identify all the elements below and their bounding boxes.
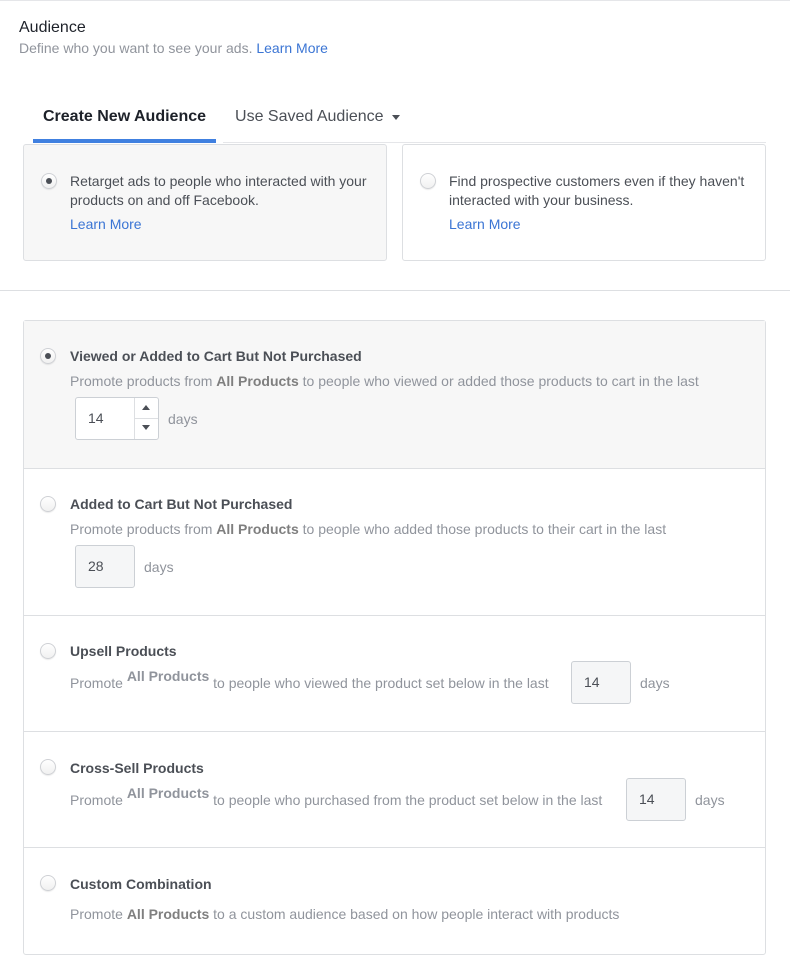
decrement-button[interactable] [135,419,158,440]
arrow-up-icon [142,405,150,410]
top-divider [0,0,790,1]
product-set-link[interactable]: All Products [127,785,209,801]
days-input[interactable]: 14 [626,778,686,821]
retarget-card[interactable]: Retarget ads to people who interacted wi… [23,144,387,261]
desc-suffix: to people who viewed or added those prod… [302,373,699,389]
option-title: Cross-Sell Products [70,760,204,776]
option-upsell-products[interactable]: Upsell Products Promote All Products to … [24,615,765,731]
learn-more-link[interactable]: Learn More [256,40,328,56]
option-viewed-or-added-to-cart[interactable]: Viewed or Added to Cart But Not Purchase… [24,321,765,468]
days-label: days [144,559,174,575]
days-input[interactable]: 14 [571,661,631,704]
option-description: Promote All Products to a custom audienc… [70,905,619,923]
prospect-description: Find prospective customers even if they … [449,173,745,208]
option-custom-combination[interactable]: Custom Combination Promote All Products … [24,847,765,954]
product-set-link[interactable]: All Products [127,668,209,684]
days-value: 14 [584,674,600,690]
retarget-description: Retarget ads to people who interacted wi… [70,173,367,208]
retarget-radio[interactable] [41,173,57,189]
option-added-to-cart[interactable]: Added to Cart But Not Purchased Promote … [24,468,765,615]
audience-header: Audience Define who you want to see your… [19,18,328,57]
desc-prefix: Promote [70,675,123,691]
retarget-learn-more-link[interactable]: Learn More [70,215,370,234]
desc-suffix: to people who added those products to th… [302,521,667,537]
subtitle-text: Define who you want to see your ads. [19,40,253,56]
option-title: Viewed or Added to Cart But Not Purchase… [70,348,362,364]
option-radio[interactable] [40,496,56,512]
days-input[interactable]: 28 [75,545,135,588]
desc-prefix: Promote products from [70,521,213,537]
desc-suffix: to people who purchased from the product… [213,792,603,808]
days-label: days [640,675,670,691]
days-label: days [695,792,725,808]
desc-prefix: Promote [70,906,123,922]
caret-down-icon [391,115,400,120]
desc-prefix: Promote [70,792,123,808]
tab-use-saved-audience[interactable]: Use Saved Audience [235,100,400,143]
product-set-link[interactable]: All Products [127,906,209,922]
section-divider [0,290,790,291]
option-description: Promote All Products to people who viewe… [70,668,549,692]
audience-tabs: Create New Audience Use Saved Audience [33,100,400,143]
option-radio[interactable] [40,875,56,891]
option-radio[interactable] [40,759,56,775]
desc-suffix: to a custom audience based on how people… [213,906,620,922]
retarget-options-list: Viewed or Added to Cart But Not Purchase… [23,320,766,955]
stepper-controls [134,398,158,439]
section-title: Audience [19,19,86,36]
option-description: Promote All Products to people who purch… [70,785,603,809]
product-set-link[interactable]: All Products [216,521,298,537]
days-value: 28 [88,558,104,574]
option-radio[interactable] [40,348,56,364]
option-title: Added to Cart But Not Purchased [70,496,293,512]
desc-prefix: Promote products from [70,373,213,389]
prospect-radio[interactable] [420,173,436,189]
tab-label: Use Saved Audience [235,108,384,125]
option-title: Upsell Products [70,643,177,659]
section-subtitle: Define who you want to see your ads. Lea… [19,39,328,57]
desc-suffix: to people who viewed the product set bel… [213,675,549,691]
arrow-down-icon [142,424,150,430]
days-label: days [168,411,198,427]
retarget-text: Retarget ads to people who interacted wi… [70,172,370,234]
prospect-text: Find prospective customers even if they … [449,172,749,234]
days-value: 14 [88,410,104,426]
option-cross-sell-products[interactable]: Cross-Sell Products Promote All Products… [24,731,765,847]
prospect-card[interactable]: Find prospective customers even if they … [402,144,766,261]
option-title: Custom Combination [70,876,212,892]
option-description: Promote products from All Products to pe… [70,372,699,390]
tab-divider [223,142,766,143]
increment-button[interactable] [135,398,158,419]
days-value: 14 [639,791,655,807]
product-set-link[interactable]: All Products [216,373,298,389]
option-radio[interactable] [40,643,56,659]
prospect-learn-more-link[interactable]: Learn More [449,215,749,234]
tab-create-new-audience[interactable]: Create New Audience [33,100,217,143]
days-stepper[interactable]: 14 [75,397,159,440]
option-description: Promote products from All Products to pe… [70,520,666,538]
